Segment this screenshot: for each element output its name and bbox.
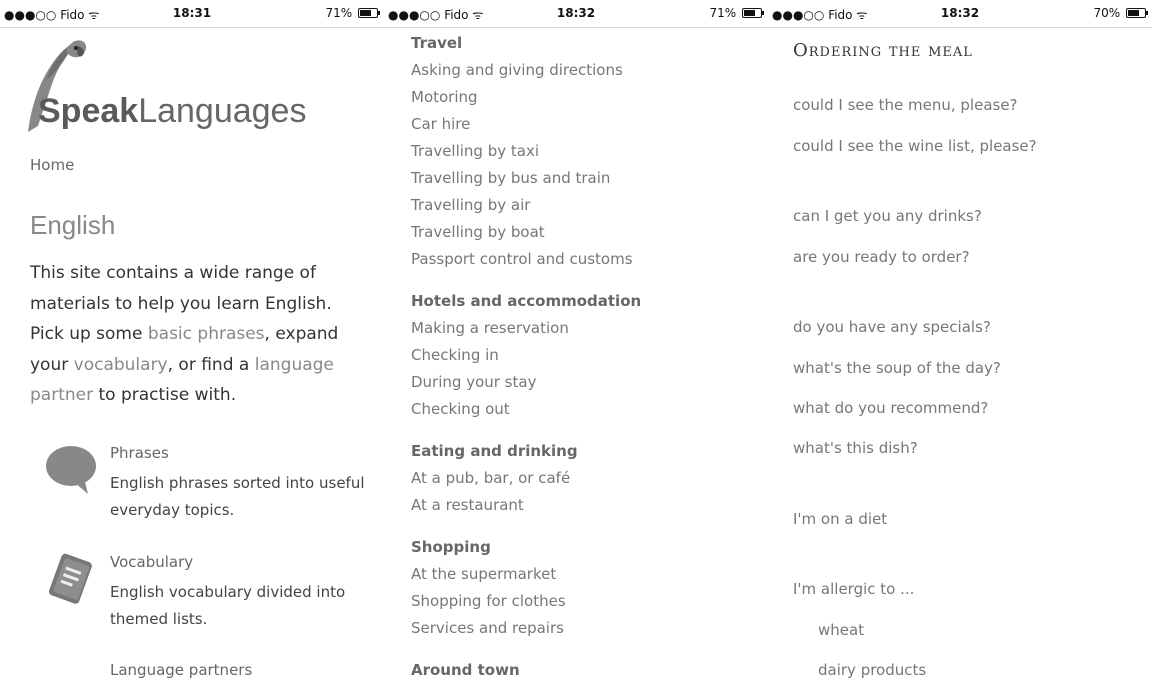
phrase-item[interactable]: could I see the menu, please? (793, 96, 1018, 114)
status-bar: ●●●○○ Fido ᯤ 18:32 71% (384, 0, 768, 28)
basic-phrases-link[interactable]: basic phrases (148, 324, 265, 344)
home-link[interactable]: Home (30, 156, 74, 174)
phrase-item[interactable]: I'm allergic to ... (793, 580, 914, 598)
menu-section-heading: Eating and drinking (411, 442, 578, 460)
menu-section-heading: Hotels and accommodation (411, 292, 642, 310)
menu-item[interactable]: Shopping for clothes (411, 588, 761, 615)
battery-percent: 71% (709, 6, 737, 20)
menu-item[interactable]: Checking out (411, 396, 761, 423)
menu-item[interactable]: Services and repairs (411, 615, 761, 642)
feature-description: English vocabulary divided into themed l… (110, 583, 346, 628)
menu-item[interactable]: At the supermarket (411, 561, 761, 588)
feature-title[interactable]: Vocabulary (110, 553, 193, 571)
menu-item[interactable]: Travelling by air (411, 192, 761, 219)
speech-bubble-icon (46, 446, 96, 494)
topic-menu: Travel Asking and giving directions Motori… (411, 30, 761, 680)
logo-wordmark[interactable]: SpeakLanguages (38, 92, 306, 131)
menu-item[interactable]: Travelling by bus and train (411, 165, 761, 192)
menu-section-heading: Shopping (411, 538, 491, 556)
menu-item[interactable]: Travelling by boat (411, 219, 761, 246)
menu-section-heading: Around town (411, 661, 520, 679)
battery-icon (742, 8, 764, 18)
menu-item[interactable]: During your stay (411, 369, 761, 396)
battery-percent: 71% (325, 6, 353, 20)
phrase-item[interactable]: could I see the wine list, please? (793, 137, 1037, 155)
home-screen-panel: ●●●○○ Fido ᯤ 18:31 71% SpeakLanguages Ho… (0, 0, 384, 680)
phrase-item[interactable]: do you have any specials? (793, 318, 991, 336)
menu-item[interactable]: Checking in (411, 342, 761, 369)
status-bar: ●●●○○ Fido ᯤ 18:32 70% (768, 0, 1152, 28)
menu-item[interactable]: Car hire (411, 111, 761, 138)
phrase-item[interactable]: are you ready to order? (793, 248, 970, 266)
phrase-item[interactable]: dairy products (818, 661, 926, 679)
battery-icon (1126, 8, 1148, 18)
status-bar: ●●●○○ Fido ᯤ 18:31 71% (0, 0, 384, 28)
menu-item[interactable]: Motoring (411, 84, 761, 111)
phrase-item[interactable]: can I get you any drinks? (793, 207, 982, 225)
menu-gap (411, 423, 761, 438)
menu-item[interactable]: At a restaurant (411, 492, 761, 519)
phrase-item[interactable]: what's this dish? (793, 439, 918, 457)
book-icon (48, 553, 92, 604)
page-title: English (30, 210, 116, 240)
feature-title[interactable]: Language partners (110, 661, 252, 679)
menu-gap (411, 273, 761, 288)
ordering-meal-panel: ●●●○○ Fido ᯤ 18:32 70% Ordering the meal… (768, 0, 1152, 680)
phrase-item[interactable]: I'm on a diet (793, 510, 887, 528)
menu-item[interactable]: Passport control and customs (411, 246, 761, 273)
battery-percent: 70% (1093, 6, 1121, 20)
feature-description: English phrases sorted into useful every… (110, 474, 365, 519)
menu-section-heading: Travel (411, 34, 463, 52)
intro-paragraph: This site contains a wide range of mater… (30, 263, 339, 405)
section-title: Ordering the meal (793, 40, 973, 61)
phrase-item[interactable]: what do you recommend? (793, 399, 988, 417)
menu-item[interactable]: At a pub, bar, or café (411, 465, 761, 492)
phrase-menu-panel: ●●●○○ Fido ᯤ 18:32 71% Travel Asking and … (384, 0, 768, 680)
phrase-item[interactable]: what's the soup of the day? (793, 359, 1001, 377)
battery-icon (358, 8, 380, 18)
menu-item[interactable]: Travelling by taxi (411, 138, 761, 165)
menu-item[interactable]: Making a reservation (411, 315, 761, 342)
menu-gap (411, 519, 761, 534)
menu-gap (411, 642, 761, 657)
phrase-item[interactable]: wheat (818, 621, 864, 639)
vocabulary-link[interactable]: vocabulary (74, 355, 168, 375)
menu-item[interactable]: Asking and giving directions (411, 57, 761, 84)
feature-title[interactable]: Phrases (110, 444, 169, 462)
